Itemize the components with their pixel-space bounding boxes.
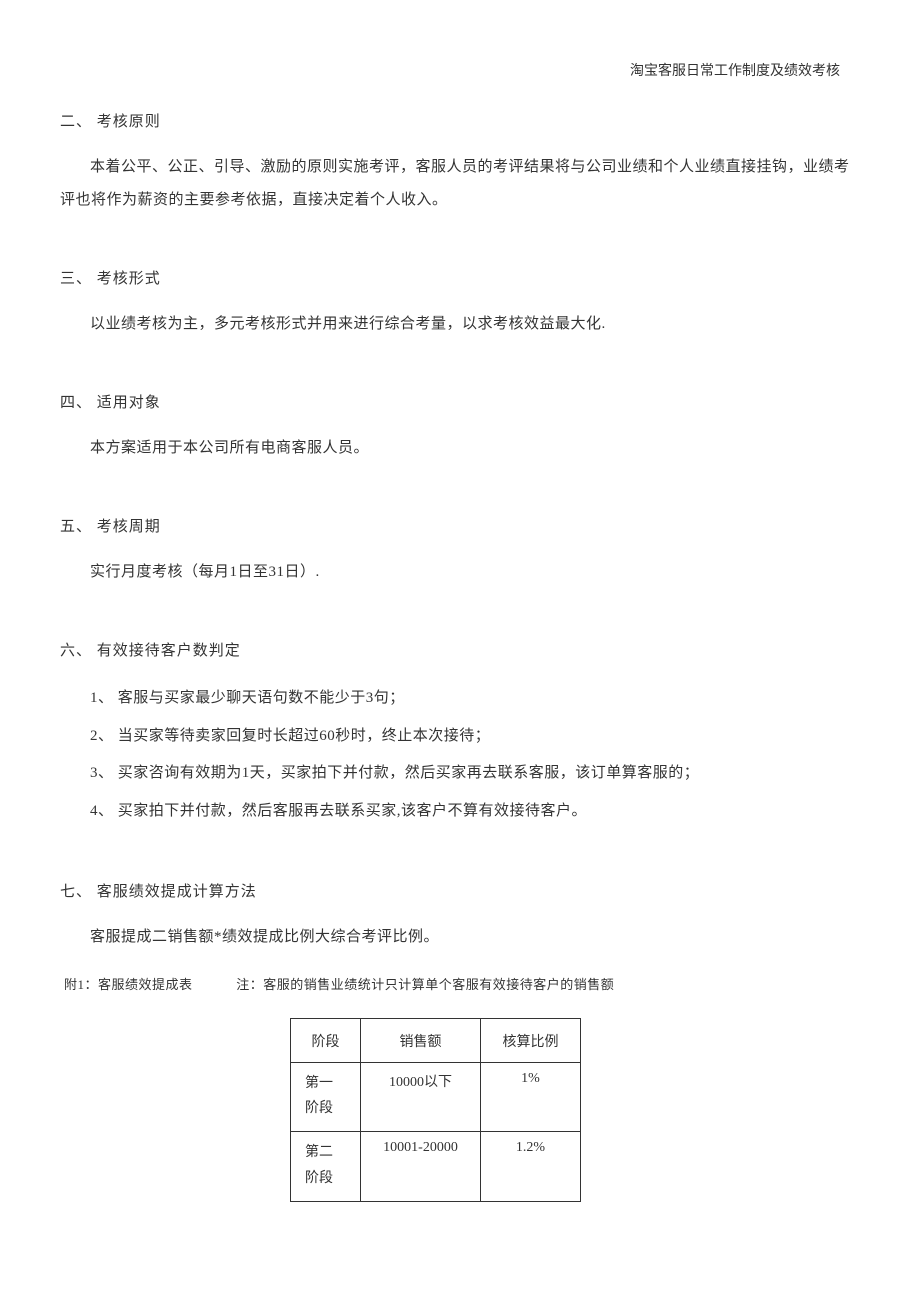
- section-3-heading: 三、 考核形式: [60, 267, 860, 288]
- section-2-heading: 二、 考核原则: [60, 110, 860, 131]
- table-cell-sales: 10001-20000: [361, 1132, 481, 1201]
- section-6: 六、 有效接待客户数判定 1、 客服与买家最少聊天语句数不能少于3句； 2、 当…: [60, 639, 860, 830]
- table-row: 第二阶段 10001-20000 1.2%: [291, 1132, 581, 1201]
- attachment-note: 注：客服的销售业绩统计只计算单个客服有效接待客户的销售额: [236, 977, 614, 992]
- section-4-paragraph: 本方案适用于本公司所有电商客服人员。: [60, 432, 860, 465]
- section-5-paragraph: 实行月度考核（每月1日至31日）.: [60, 556, 860, 589]
- section-3: 三、 考核形式 以业绩考核为主，多元考核形式并用来进行综合考量，以求考核效益最大…: [60, 267, 860, 341]
- section-2: 二、 考核原则 本着公平、公正、引导、激励的原则实施考评，客服人员的考评结果将与…: [60, 110, 860, 217]
- section-5-heading: 五、 考核周期: [60, 515, 860, 536]
- table-header-row: 阶段 销售额 核算比例: [291, 1019, 581, 1063]
- table-header-sales: 销售额: [361, 1019, 481, 1063]
- list-item: 1、 客服与买家最少聊天语句数不能少于3句；: [60, 680, 860, 718]
- section-7-paragraph: 客服提成二销售额*绩效提成比例大综合考评比例。: [60, 921, 860, 954]
- section-5: 五、 考核周期 实行月度考核（每月1日至31日）.: [60, 515, 860, 589]
- table-header-ratio: 核算比例: [481, 1019, 581, 1063]
- table-cell-ratio: 1%: [481, 1063, 581, 1132]
- table-row: 第一阶段 10000以下 1%: [291, 1063, 581, 1132]
- section-4-heading: 四、 适用对象: [60, 391, 860, 412]
- commission-table: 阶段 销售额 核算比例 第一阶段 10000以下 1% 第二阶段 10001-2…: [290, 1018, 581, 1202]
- section-2-paragraph: 本着公平、公正、引导、激励的原则实施考评，客服人员的考评结果将与公司业绩和个人业…: [60, 151, 860, 217]
- table-header-stage: 阶段: [291, 1019, 361, 1063]
- attachment-label: 附1：客服绩效提成表: [64, 974, 193, 993]
- list-item: 4、 买家拍下并付款，然后客服再去联系买家,该客户不算有效接待客户。: [60, 793, 860, 831]
- list-item: 3、 买家咨询有效期为1天，买家拍下并付款，然后买家再去联系客服，该订单算客服的…: [60, 755, 860, 793]
- list-item: 2、 当买家等待卖家回复时长超过60秒时，终止本次接待；: [60, 718, 860, 756]
- section-4: 四、 适用对象 本方案适用于本公司所有电商客服人员。: [60, 391, 860, 465]
- section-7: 七、 客服绩效提成计算方法 客服提成二销售额*绩效提成比例大综合考评比例。 附1…: [60, 880, 860, 1202]
- section-3-paragraph: 以业绩考核为主，多元考核形式并用来进行综合考量，以求考核效益最大化.: [60, 308, 860, 341]
- table-cell-sales: 10000以下: [361, 1063, 481, 1132]
- page-header: 淘宝客服日常工作制度及绩效考核: [60, 60, 860, 80]
- attachment-line: 附1：客服绩效提成表 注：客服的销售业绩统计只计算单个客服有效接待客户的销售额: [60, 974, 860, 993]
- section-6-heading: 六、 有效接待客户数判定: [60, 639, 860, 660]
- table-cell-stage: 第二阶段: [291, 1132, 361, 1201]
- section-6-list: 1、 客服与买家最少聊天语句数不能少于3句； 2、 当买家等待卖家回复时长超过6…: [60, 680, 860, 830]
- table-cell-stage: 第一阶段: [291, 1063, 361, 1132]
- page-title: 淘宝客服日常工作制度及绩效考核: [630, 64, 840, 79]
- table-cell-ratio: 1.2%: [481, 1132, 581, 1201]
- section-7-heading: 七、 客服绩效提成计算方法: [60, 880, 860, 901]
